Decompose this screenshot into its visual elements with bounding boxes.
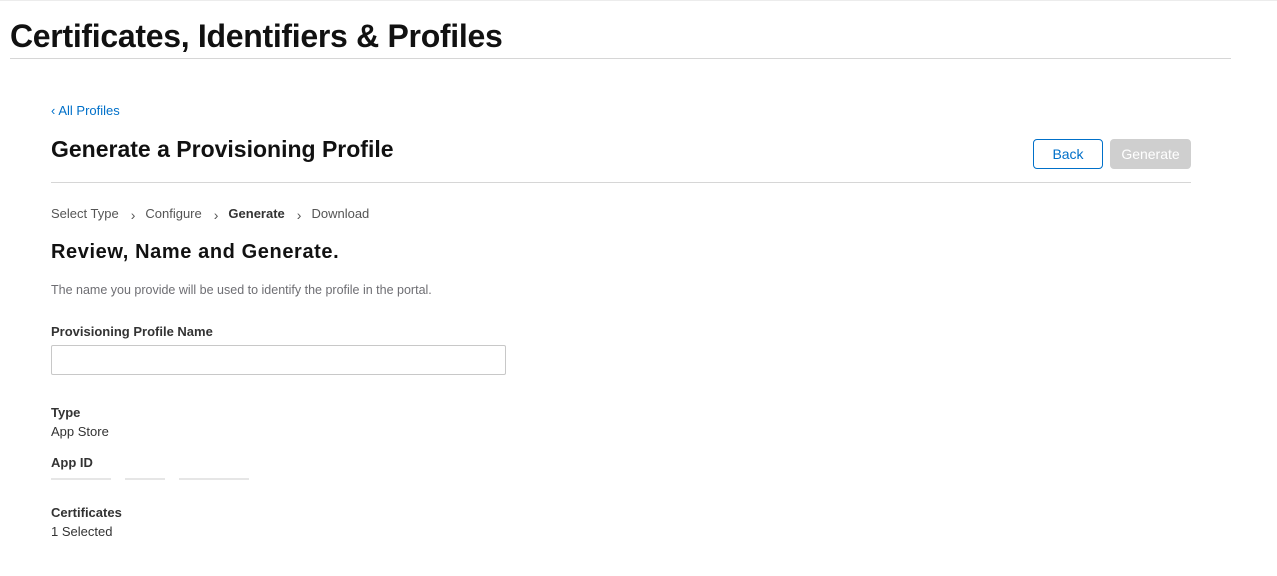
chevron-right-icon: › [296,207,302,223]
chevron-right-icon: › [130,207,136,223]
review-hint: The name you provide will be used to ide… [51,283,432,297]
certificates-value: 1 Selected [51,524,113,539]
section-title: Generate a Provisioning Profile [51,136,394,162]
step-select-type: Select Type [51,205,119,221]
page-header: Certificates, Identifiers & Profiles [10,14,1231,59]
step-generate: Generate [228,205,285,221]
type-value: App Store [51,424,109,439]
top-rule [0,0,1277,1]
chevron-left-icon: ‹ [51,103,56,118]
step-configure: Configure [145,205,202,221]
review-title: Review, Name and Generate. [51,241,340,263]
back-button[interactable]: Back [1033,139,1103,169]
app-id-label: App ID [51,455,93,470]
all-profiles-link-label: All Profiles [58,103,120,118]
page-title: Certificates, Identifiers & Profiles [10,18,503,54]
certificates-label: Certificates [51,505,122,520]
divider [51,182,1191,183]
generate-button[interactable]: Generate [1110,139,1191,169]
type-label: Type [51,405,81,420]
step-breadcrumb: Select Type › Configure › Generate › Dow… [51,204,370,224]
app-id-value [51,478,271,484]
profile-name-input[interactable] [51,345,506,375]
all-profiles-link[interactable]: ‹ All Profiles [51,103,120,118]
step-download: Download [311,205,370,221]
profile-name-label: Provisioning Profile Name [51,324,213,339]
chevron-right-icon: › [213,207,219,223]
